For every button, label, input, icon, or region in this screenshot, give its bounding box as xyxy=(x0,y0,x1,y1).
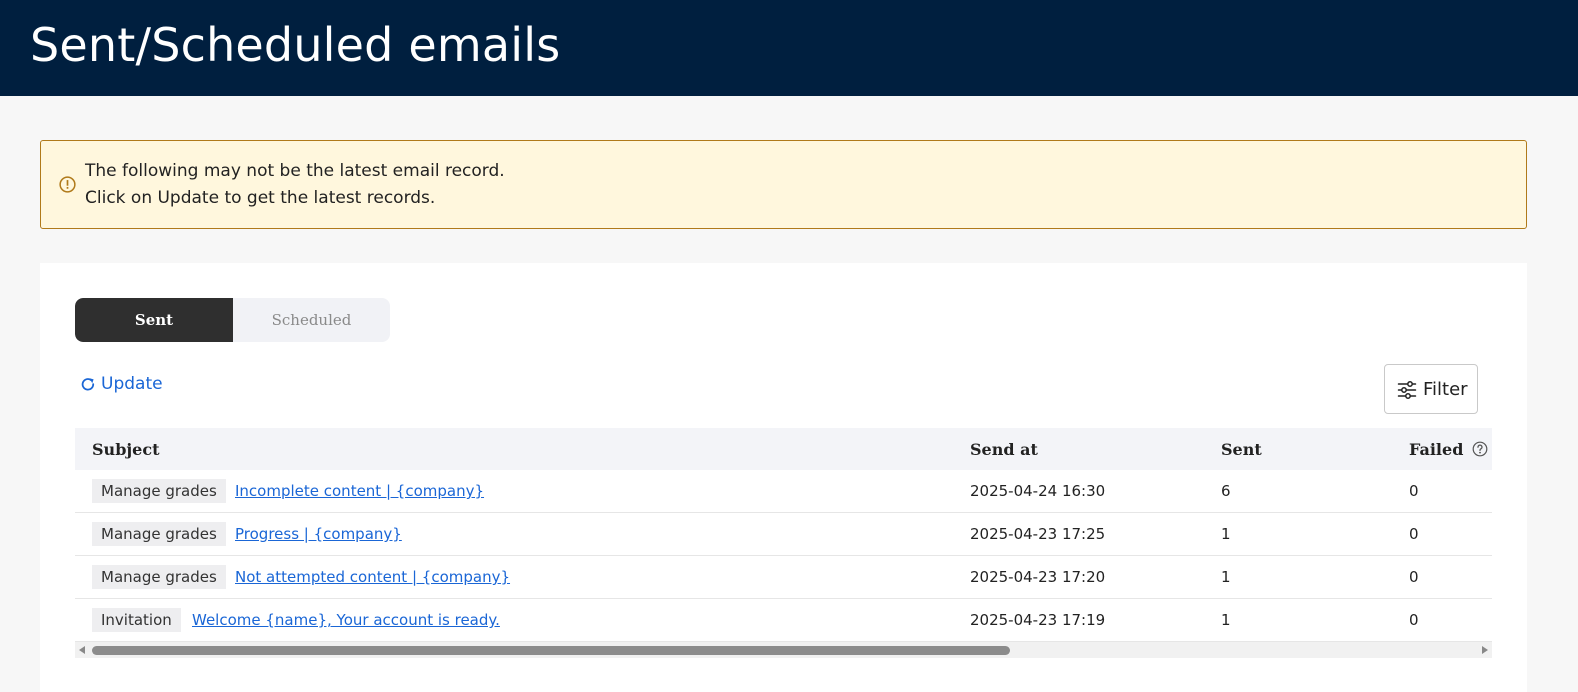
category-tag: Invitation xyxy=(92,608,181,632)
column-header-send-at: Send at xyxy=(970,440,1038,459)
tab-group: Sent Scheduled xyxy=(75,298,390,342)
scroll-left-arrow-icon[interactable] xyxy=(79,646,85,654)
help-icon[interactable] xyxy=(1472,441,1488,457)
send-at-value: 2025-04-23 17:25 xyxy=(970,525,1106,543)
refresh-icon xyxy=(81,378,95,391)
update-label: Update xyxy=(101,374,163,394)
sliders-icon xyxy=(1397,381,1417,399)
category-tag: Manage grades xyxy=(92,565,226,589)
table-row: Manage grades Incomplete content | {comp… xyxy=(75,470,1492,513)
column-header-failed: Failed xyxy=(1409,440,1464,459)
send-at-value: 2025-04-23 17:20 xyxy=(970,568,1106,586)
table-row: Invitation Welcome {name}, Your account … xyxy=(75,599,1492,642)
failed-count: 0 xyxy=(1409,568,1419,586)
table-row: Manage grades Not attempted content | {c… xyxy=(75,556,1492,599)
emails-table: Subject Send at Sent Failed Manage grade… xyxy=(75,428,1492,659)
sent-count: 1 xyxy=(1221,611,1231,629)
table-row: Manage grades Progress | {company} 2025-… xyxy=(75,513,1492,556)
category-tag: Manage grades xyxy=(92,522,226,546)
subject-link[interactable]: Incomplete content | {company} xyxy=(235,482,484,500)
subject-link[interactable]: Progress | {company} xyxy=(235,525,402,543)
filter-label: Filter xyxy=(1423,379,1468,400)
stale-records-alert: The following may not be the latest emai… xyxy=(40,140,1527,229)
sent-count: 6 xyxy=(1221,482,1231,500)
failed-count: 0 xyxy=(1409,482,1419,500)
column-header-subject: Subject xyxy=(92,440,160,459)
subject-link[interactable]: Not attempted content | {company} xyxy=(235,568,510,586)
tab-scheduled[interactable]: Scheduled xyxy=(233,298,390,342)
alert-message-line2: Click on Update to get the latest record… xyxy=(85,188,436,208)
scroll-right-arrow-icon[interactable] xyxy=(1482,646,1488,654)
tab-sent[interactable]: Sent xyxy=(75,298,233,342)
failed-count: 0 xyxy=(1409,611,1419,629)
send-at-value: 2025-04-24 16:30 xyxy=(970,482,1106,500)
sent-count: 1 xyxy=(1221,525,1231,543)
page-title: Sent/Scheduled emails xyxy=(30,18,561,72)
category-tag: Manage grades xyxy=(92,479,226,503)
warning-circle-icon xyxy=(59,176,76,193)
alert-message-line1: The following may not be the latest emai… xyxy=(85,161,505,181)
column-header-sent: Sent xyxy=(1221,440,1262,459)
subject-link[interactable]: Welcome {name}, Your account is ready. xyxy=(192,611,500,629)
table-header: Subject Send at Sent Failed xyxy=(75,428,1492,470)
send-at-value: 2025-04-23 17:19 xyxy=(970,611,1106,629)
horizontal-scrollbar[interactable] xyxy=(75,642,1492,658)
page-header: Sent/Scheduled emails xyxy=(0,0,1578,96)
filter-button[interactable]: Filter xyxy=(1384,364,1478,414)
scrollbar-thumb[interactable] xyxy=(92,646,1010,655)
sent-count: 1 xyxy=(1221,568,1231,586)
emails-card: Sent Scheduled Update Filter Subject Sen… xyxy=(40,263,1527,692)
failed-count: 0 xyxy=(1409,525,1419,543)
